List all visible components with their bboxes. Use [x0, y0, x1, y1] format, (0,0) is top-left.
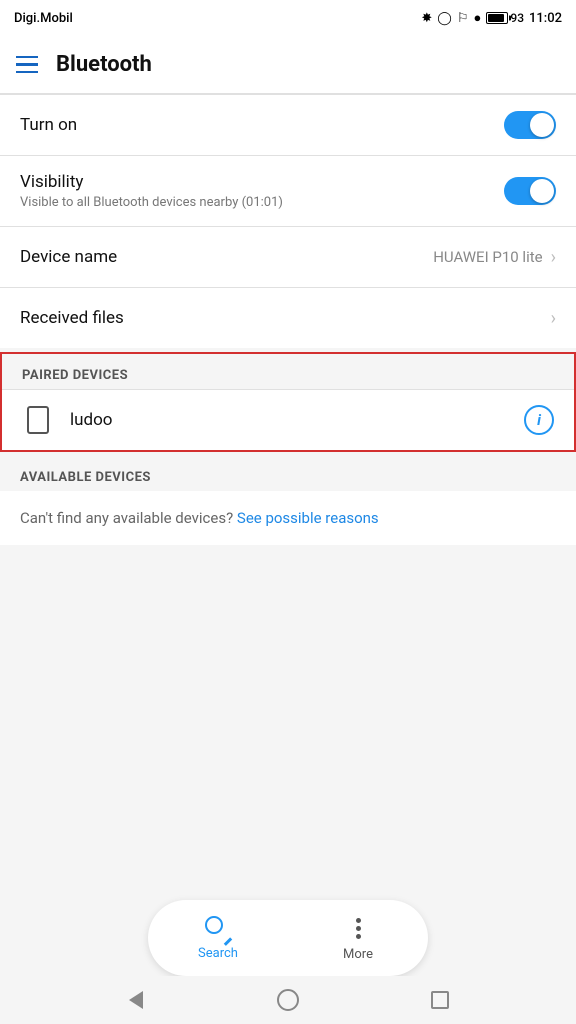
settings-section: Turn on Visibility Visible to all Blueto… [0, 95, 576, 348]
system-nav [0, 976, 576, 1024]
recents-button[interactable] [426, 986, 454, 1014]
signal-icon: ● [474, 10, 482, 26]
available-section: AVAILABLE DEVICES Can't find any availab… [0, 456, 576, 545]
device-row-ludoo[interactable]: ludoo i [2, 390, 574, 450]
nav-more-item[interactable]: More [288, 908, 428, 968]
visibility-toggle-knob [530, 179, 554, 203]
bottom-nav-pill: Search More [148, 900, 428, 976]
turn-on-toggle[interactable] [504, 111, 556, 139]
device-name-right: HUAWEI P10 lite › [433, 247, 556, 268]
status-icons: ✸ ◯ ⚐ ● 93 11:02 [421, 10, 562, 26]
device-name-ludoo: ludoo [70, 410, 508, 430]
paired-section-header: PAIRED DEVICES [2, 354, 574, 390]
page-title: Bluetooth [56, 52, 152, 77]
device-name-value: HUAWEI P10 lite [433, 248, 542, 266]
more-label: More [343, 947, 373, 962]
search-label: Search [198, 946, 238, 961]
carrier-label: Digi.Mobil [14, 11, 73, 26]
turn-on-left: Turn on [20, 115, 504, 135]
device-icon-wrap [22, 404, 54, 436]
wifi-icon: ⚐ [457, 11, 469, 26]
dot-2 [356, 926, 361, 931]
received-files-chevron: › [551, 308, 556, 329]
received-files-label: Received files [20, 308, 551, 328]
dot-3 [356, 934, 361, 939]
see-reasons-link[interactable]: See possible reasons [237, 509, 379, 527]
bottom-nav-area: Search More [0, 900, 576, 976]
visibility-label: Visibility [20, 172, 504, 192]
search-circle [205, 916, 223, 934]
battery-fill [488, 14, 504, 22]
back-icon [129, 991, 143, 1009]
received-files-row[interactable]: Received files › [0, 288, 576, 348]
available-section-title: AVAILABLE DEVICES [20, 470, 151, 485]
dot-1 [356, 918, 361, 923]
home-icon [277, 989, 299, 1011]
toolbar: Bluetooth [0, 36, 576, 94]
time-label: 11:02 [529, 11, 562, 26]
more-icon [356, 914, 361, 943]
bluetooth-icon: ✸ [421, 11, 432, 26]
menu-line-1 [16, 56, 38, 59]
device-name-label: Device name [20, 247, 433, 267]
received-files-left: Received files [20, 308, 551, 328]
visibility-left: Visibility Visible to all Bluetooth devi… [20, 172, 504, 210]
visibility-sublabel: Visible to all Bluetooth devices nearby … [20, 195, 504, 210]
device-name-left: Device name [20, 247, 433, 267]
paired-section: PAIRED DEVICES ludoo i [0, 352, 576, 452]
menu-line-3 [16, 71, 38, 74]
home-button[interactable] [274, 986, 302, 1014]
phone-icon [27, 406, 49, 434]
device-name-row[interactable]: Device name HUAWEI P10 lite › [0, 227, 576, 287]
search-handle [224, 937, 232, 945]
info-letter: i [537, 411, 541, 429]
nav-search-item[interactable]: Search [148, 910, 288, 967]
battery-outline [486, 12, 508, 24]
received-files-right: › [551, 308, 556, 329]
paired-section-title: PAIRED DEVICES [22, 368, 128, 383]
turn-on-row[interactable]: Turn on [0, 95, 576, 155]
recents-icon [431, 991, 449, 1009]
search-icon [205, 916, 231, 942]
back-button[interactable] [122, 986, 150, 1014]
cant-find-row: Can't find any available devices? See po… [0, 491, 576, 545]
alarm-icon: ◯ [437, 11, 452, 26]
turn-on-label: Turn on [20, 115, 504, 135]
available-section-header: AVAILABLE DEVICES [0, 456, 576, 491]
paired-section-wrapper: PAIRED DEVICES ludoo i [0, 352, 576, 452]
visibility-toggle[interactable] [504, 177, 556, 205]
toggle-knob [530, 113, 554, 137]
menu-button[interactable] [16, 56, 38, 74]
visibility-row[interactable]: Visibility Visible to all Bluetooth devi… [0, 156, 576, 226]
device-name-chevron: › [551, 247, 556, 268]
device-info-button[interactable]: i [524, 405, 554, 435]
battery-indicator: 93 [486, 11, 524, 25]
menu-line-2 [16, 63, 38, 66]
cant-find-text: Can't find any available devices? [20, 509, 233, 527]
battery-percent: 93 [510, 11, 524, 25]
status-bar: Digi.Mobil ✸ ◯ ⚐ ● 93 11:02 [0, 0, 576, 36]
